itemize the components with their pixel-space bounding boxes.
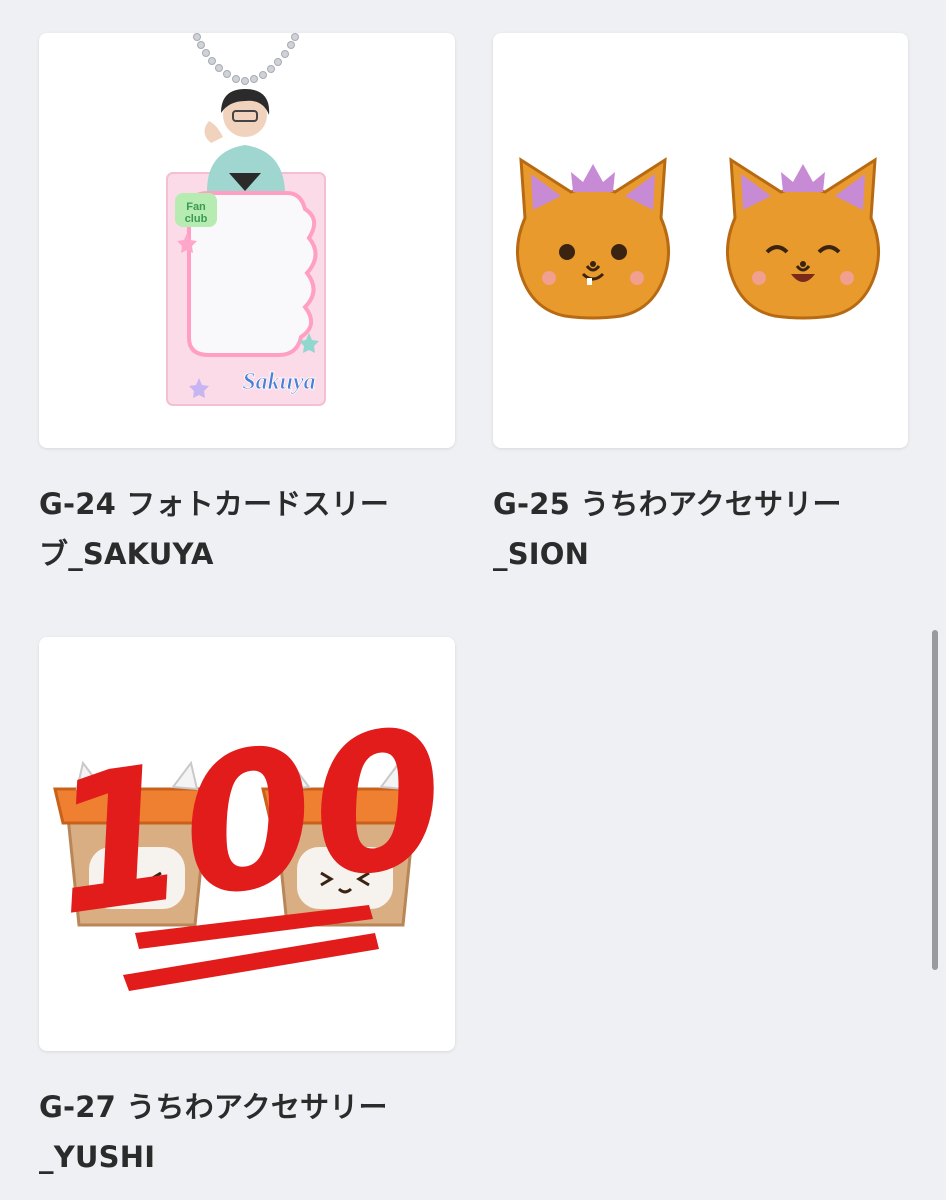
product-title-g24[interactable]: G-24 フォトカードスリー ブ_SAKUYA [39,479,459,579]
product-card-g27[interactable]: 100 [39,637,455,1051]
product-title-line2: _SION [493,537,590,571]
fox-accessory-image [515,158,881,320]
sleeve-name-text: Sakuya [242,369,315,395]
person-cutout [204,89,285,191]
product-title-line1: G-25 うちわアクセサリー [493,487,842,521]
product-card-g24[interactable]: Fan club Sakuya [39,33,455,448]
fan-club-badge: Fan club [185,201,208,225]
product-title-line1: G-27 うちわアクセサリー [39,1090,388,1124]
hundred-emoji-accessory-image: 100 [39,687,455,991]
product-title-line1: G-24 フォトカードスリー [39,487,390,521]
product-title-line2: _YUSHI [39,1140,156,1174]
photocard-sleeve-image: Fan club Sakuya [166,33,326,406]
product-card-g25[interactable] [493,33,908,448]
product-title-g27[interactable]: G-27 うちわアクセサリー _YUSHI [39,1082,459,1182]
vertical-scrollbar[interactable] [932,630,938,970]
product-title-line2: ブ_SAKUYA [39,537,214,571]
product-title-g25[interactable]: G-25 うちわアクセサリー _SION [493,479,913,579]
